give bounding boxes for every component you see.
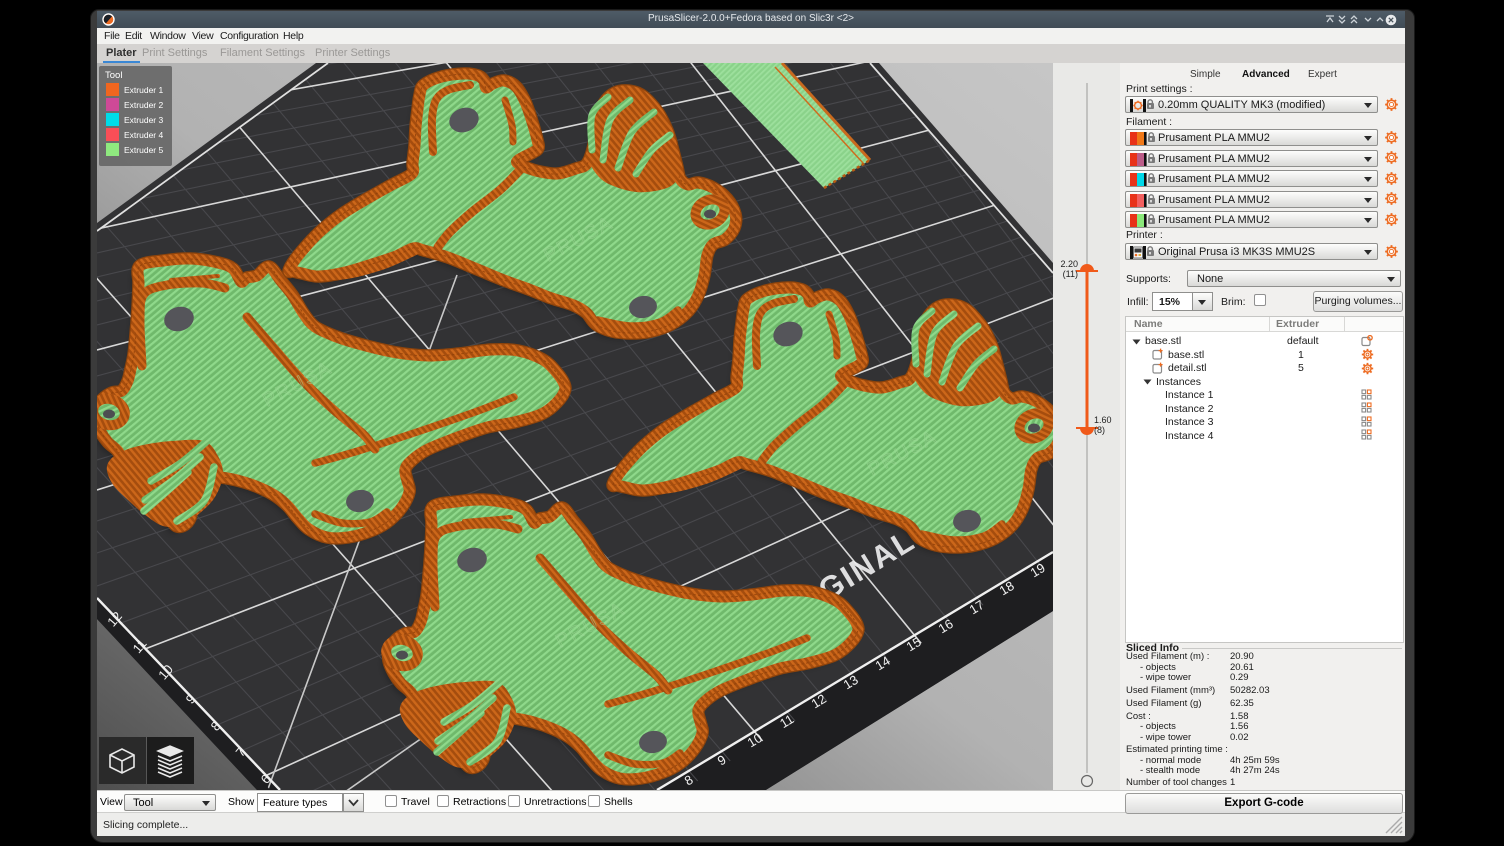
- svg-text:(11): (11): [1063, 269, 1078, 279]
- svg-text:(8): (8): [1094, 425, 1105, 435]
- svg-text:1.60: 1.60: [1094, 415, 1112, 425]
- svg-text:2.20: 2.20: [1060, 259, 1078, 269]
